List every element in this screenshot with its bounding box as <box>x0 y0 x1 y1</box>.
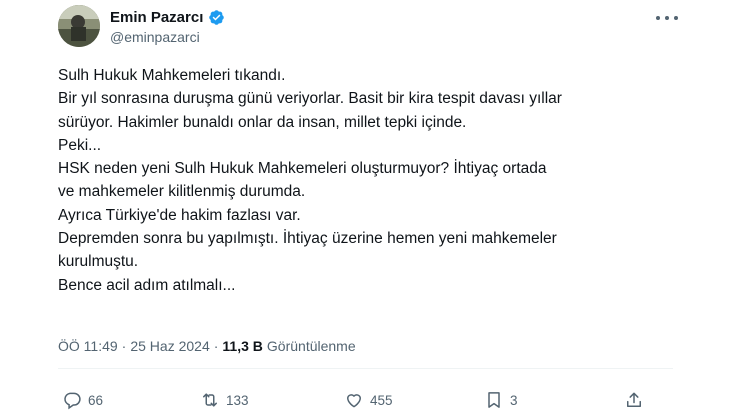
post-text: Sulh Hukuk Mahkemeleri tıkandı. Bir yıl … <box>58 64 658 297</box>
views-label: Görüntülenme <box>266 338 356 354</box>
post-line: Ayrıca Türkiye'de hakim fazlası var. <box>58 206 301 224</box>
post-line: Bence acil adım atılmalı... <box>58 276 236 294</box>
post-line: Depremden sonra bu yapılmıştı. İhtiyaç ü… <box>58 230 557 248</box>
action-bar: 66 133 455 3 <box>58 390 658 414</box>
post-line: Sulh Hukuk Mahkemeleri tıkandı. <box>58 67 286 84</box>
post-date[interactable]: 25 Haz 2024 <box>130 338 209 354</box>
divider <box>58 368 673 369</box>
bookmark-button[interactable]: 3 <box>484 390 518 410</box>
bookmark-icon <box>488 392 500 408</box>
reply-icon <box>64 392 81 410</box>
post-time[interactable]: ÖÖ 11:49 <box>58 338 118 354</box>
repost-button[interactable]: 133 <box>200 390 249 410</box>
reply-count: 66 <box>88 392 104 408</box>
repost-icon <box>203 393 217 407</box>
author-name[interactable]: Emin Pazarcı <box>110 9 203 26</box>
share-icon <box>627 392 641 407</box>
post-line: Bir yıl sonrasına duruşma günü veriyorla… <box>58 90 562 108</box>
like-count: 455 <box>370 392 393 408</box>
meta-separator: · <box>213 338 219 354</box>
reply-button[interactable]: 66 <box>62 390 103 410</box>
meta-separator: · <box>121 338 127 354</box>
views-count: 11,3 B <box>222 338 263 354</box>
verified-icon <box>208 9 225 26</box>
like-button[interactable]: 455 <box>344 390 393 410</box>
post-line: ve mahkemeler kilitlenmiş durumda. <box>58 183 306 201</box>
post-line: Peki... <box>58 136 102 154</box>
post-line: sürüyor. Hakimler bunaldı onlar da insan… <box>58 113 467 131</box>
more-icon[interactable] <box>656 11 678 25</box>
author-handle[interactable]: @eminpazarci <box>110 29 200 45</box>
post-header: Emin Pazarcı @eminpazarci <box>58 5 678 49</box>
avatar[interactable] <box>58 5 100 47</box>
post-line: kurulmuştu. <box>58 253 139 271</box>
like-icon <box>347 394 361 408</box>
author-name-row: Emin Pazarcı <box>110 9 225 26</box>
repost-count: 133 <box>226 392 249 408</box>
bookmark-count: 3 <box>510 392 518 408</box>
share-button[interactable] <box>624 390 644 410</box>
post-line: HSK neden yeni Sulh Hukuk Mahkemeleri ol… <box>58 160 547 178</box>
post-meta: ÖÖ 11:49 · 25 Haz 2024 · 11,3 B Görüntül… <box>58 338 356 354</box>
